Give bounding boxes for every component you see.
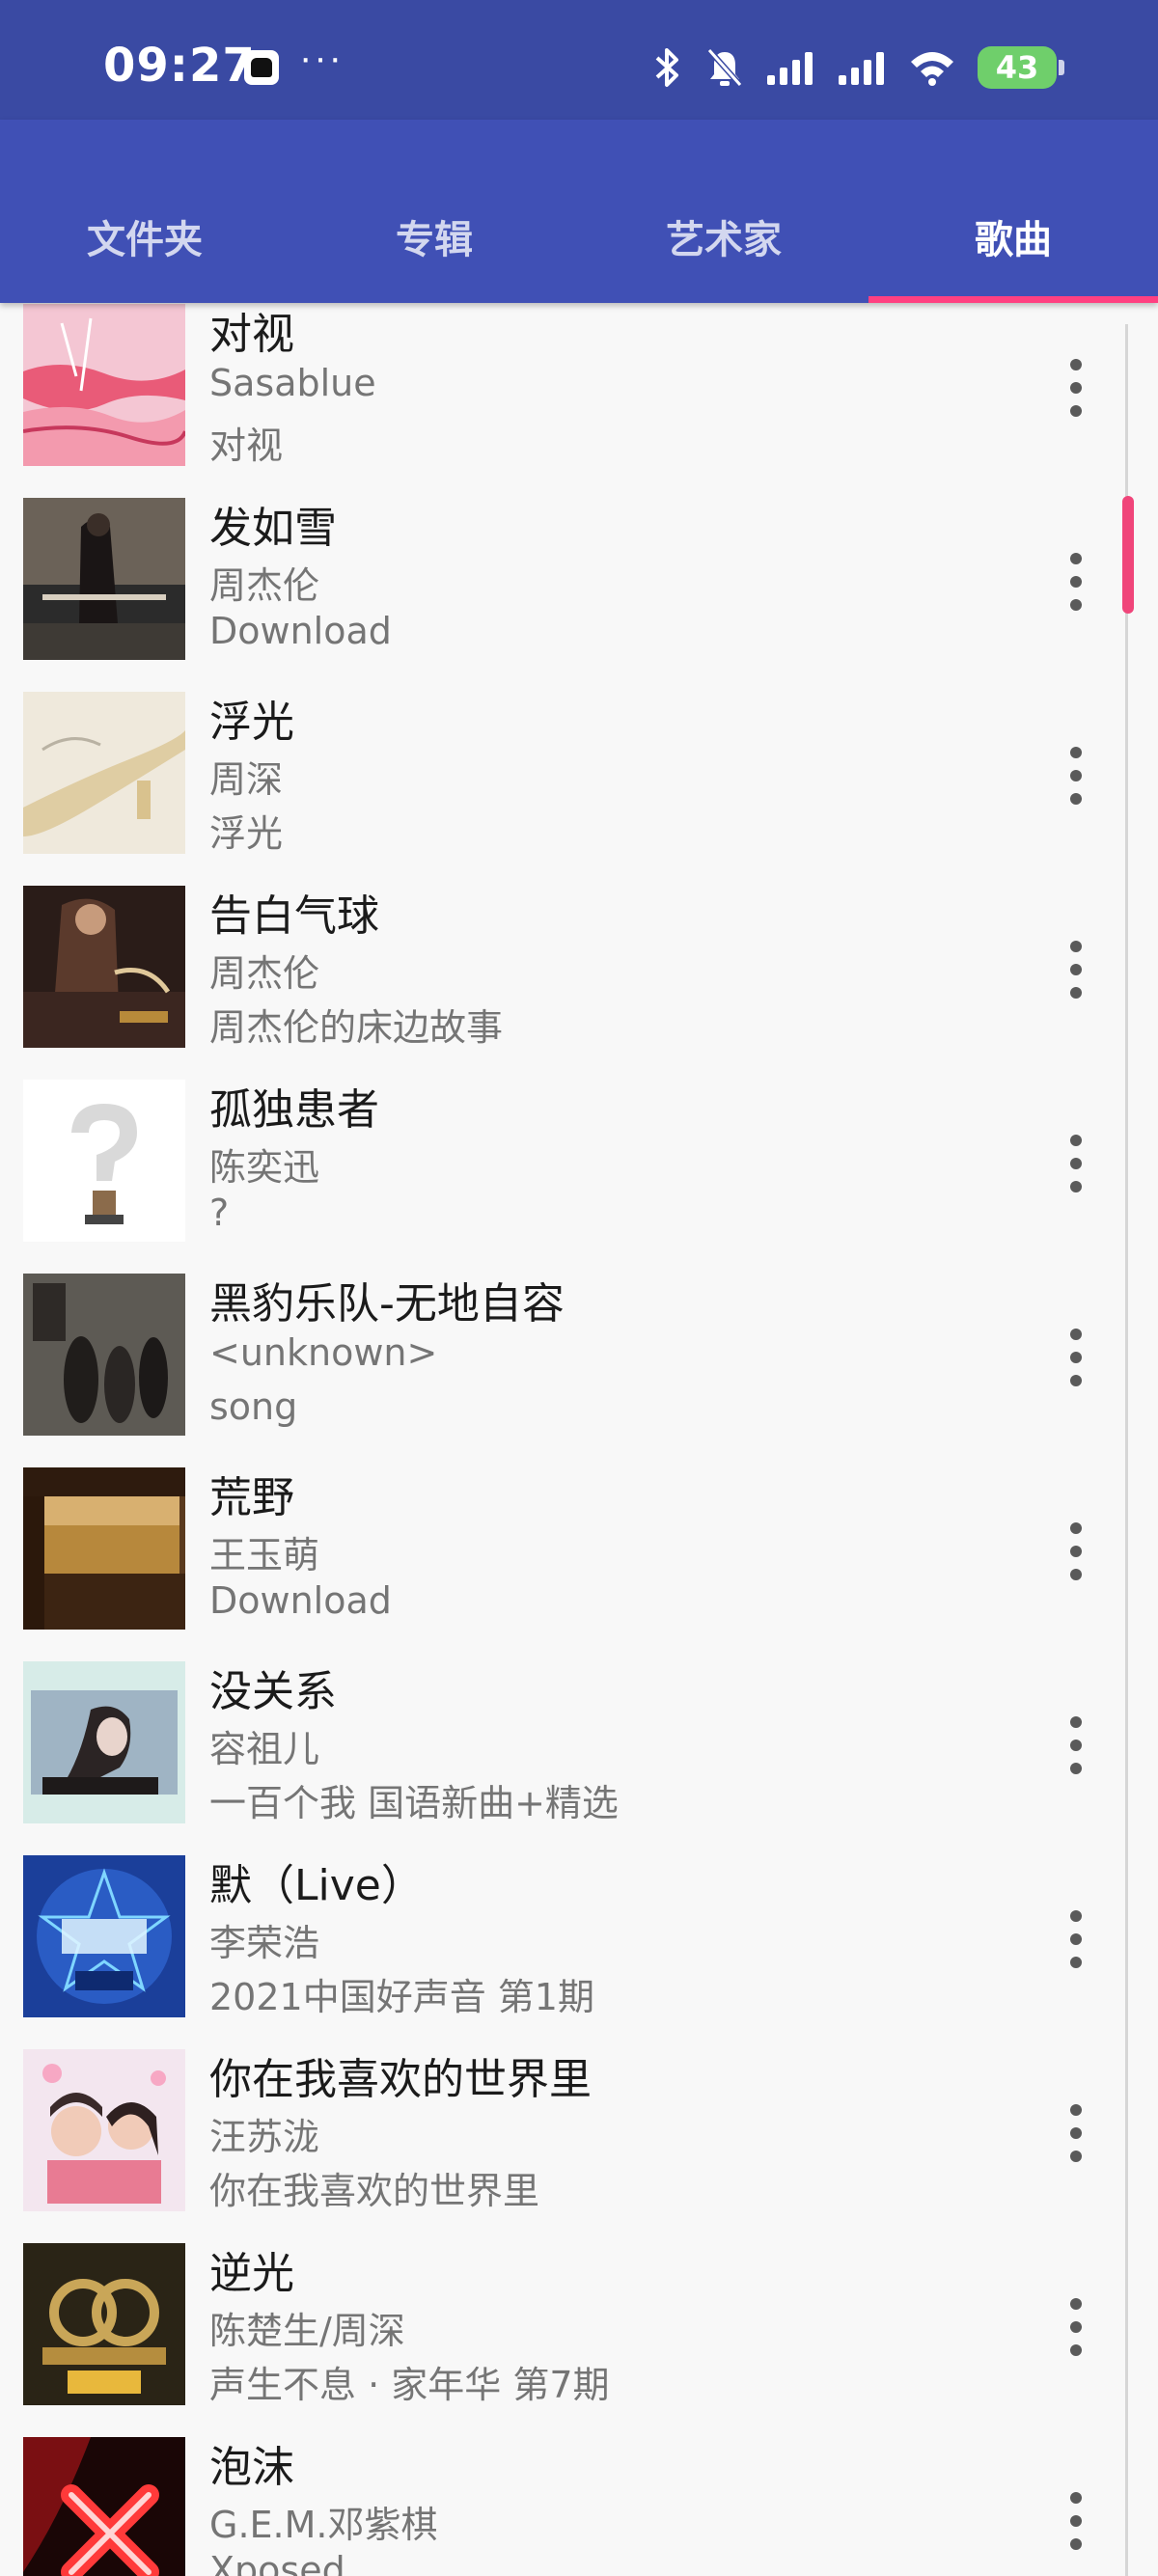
song-album: 浮光 — [209, 812, 284, 855]
song-artist: 王玉萌 — [209, 1534, 320, 1576]
tab-indicator — [868, 296, 1158, 303]
song-artist: 汪苏泷 — [209, 2116, 320, 2158]
more-options-icon[interactable] — [1052, 1513, 1100, 1590]
more-options-icon[interactable] — [1052, 543, 1100, 620]
album-cover — [23, 1661, 185, 1823]
battery-icon: 43 — [978, 46, 1064, 89]
song-album: 2021中国好声音 第1期 — [209, 1976, 594, 2018]
song-album: Download — [209, 1579, 392, 1622]
song-album: 周杰伦的床边故事 — [209, 1006, 504, 1049]
album-cover — [23, 2049, 185, 2211]
song-artist: 周杰伦 — [209, 564, 320, 607]
wifi-icon — [911, 52, 953, 86]
song-artist: 容祖儿 — [209, 1728, 320, 1770]
scrollbar-thumb[interactable] — [1122, 496, 1134, 614]
song-row[interactable]: 你在我喜欢的世界里 汪苏泷 你在我喜欢的世界里 — [0, 2027, 1158, 2221]
song-row[interactable]: 没关系 容祖儿 一百个我 国语新曲+精选 — [0, 1639, 1158, 1833]
song-album: ? — [209, 1192, 230, 1234]
song-artist: 陈奕迅 — [209, 1146, 320, 1189]
signal-icon-1 — [767, 52, 813, 85]
more-options-icon[interactable] — [1052, 1319, 1100, 1396]
song-artist: <unknown> — [209, 1331, 438, 1374]
song-row[interactable]: 黑豹乐队-无地自容 <unknown> song — [0, 1251, 1158, 1445]
scrollbar-track[interactable] — [1125, 324, 1128, 2576]
song-artist: G.E.M.邓紫棋 — [209, 2504, 438, 2546]
status-more-indicator: ··· — [299, 37, 344, 79]
bluetooth-icon — [655, 48, 678, 87]
tab-songs[interactable]: 歌曲 — [868, 208, 1158, 264]
more-options-icon[interactable] — [1052, 2288, 1100, 2366]
notification-app-icon — [244, 50, 279, 85]
album-cover — [23, 1467, 185, 1630]
song-album: 你在我喜欢的世界里 — [209, 2170, 540, 2212]
album-cover — [23, 304, 185, 466]
song-row[interactable]: 发如雪 周杰伦 Download — [0, 476, 1158, 670]
song-title: 黑豹乐队-无地自容 — [209, 1279, 565, 1329]
more-options-icon[interactable] — [1052, 1125, 1100, 1202]
song-title: 孤独患者 — [209, 1085, 379, 1135]
song-row[interactable]: 孤独患者 陈奕迅 ? — [0, 1057, 1158, 1251]
album-cover — [23, 2437, 185, 2576]
song-artist: 陈楚生/周深 — [209, 2310, 405, 2352]
tab-folders[interactable]: 文件夹 — [0, 208, 290, 264]
more-options-icon[interactable] — [1052, 2095, 1100, 2172]
song-title: 逆光 — [209, 2249, 294, 2298]
signal-icon-2 — [839, 52, 884, 85]
song-album: Download — [209, 610, 392, 652]
more-options-icon[interactable] — [1052, 931, 1100, 1008]
status-bar: 09:27 ··· 43 — [0, 0, 1158, 120]
status-icons: 43 — [651, 42, 1064, 93]
song-title: 默（Live） — [209, 1861, 424, 1910]
song-title: 对视 — [209, 310, 294, 359]
song-title: 泡沫 — [209, 2443, 294, 2492]
song-album: 声生不息 · 家年华 第7期 — [209, 2364, 610, 2406]
album-cover — [23, 886, 185, 1048]
more-options-icon[interactable] — [1052, 2482, 1100, 2560]
song-artist: Sasablue — [209, 362, 376, 404]
song-row[interactable]: 默（Live） 李荣浩 2021中国好声音 第1期 — [0, 1833, 1158, 2027]
song-artist: 周杰伦 — [209, 952, 320, 995]
album-cover — [23, 1080, 185, 1242]
tab-artists[interactable]: 艺术家 — [579, 208, 868, 264]
more-options-icon[interactable] — [1052, 1707, 1100, 1784]
song-row[interactable]: 浮光 周深 浮光 — [0, 670, 1158, 863]
song-row[interactable]: 逆光 陈楚生/周深 声生不息 · 家年华 第7期 — [0, 2221, 1158, 2415]
song-row[interactable]: 荒野 王玉萌 Download — [0, 1445, 1158, 1639]
more-options-icon[interactable] — [1052, 1901, 1100, 1978]
song-title: 告白气球 — [209, 891, 379, 941]
album-cover — [23, 1274, 185, 1436]
song-album: 对视 — [209, 425, 284, 467]
song-title: 没关系 — [209, 1667, 337, 1716]
song-title: 浮光 — [209, 698, 294, 747]
song-title: 发如雪 — [209, 504, 337, 553]
song-artist: 李荣浩 — [209, 1922, 320, 1964]
bell-muted-icon — [706, 48, 743, 87]
song-row[interactable]: 对视 Sasablue 对视 — [0, 303, 1158, 476]
status-time: 09:27 — [103, 39, 256, 93]
song-list[interactable]: 对视 Sasablue 对视 发如雪 周杰伦 Download 浮光 周深 浮光… — [0, 303, 1158, 2576]
song-title: 荒野 — [209, 1473, 294, 1522]
album-cover — [23, 2243, 185, 2405]
song-title: 你在我喜欢的世界里 — [209, 2055, 592, 2104]
tab-bar: 文件夹 专辑 艺术家 歌曲 — [0, 120, 1158, 303]
tab-albums[interactable]: 专辑 — [290, 208, 579, 264]
more-options-icon[interactable] — [1052, 349, 1100, 426]
album-cover — [23, 692, 185, 854]
song-row[interactable]: 泡沫 G.E.M.邓紫棋 Xposed — [0, 2415, 1158, 2576]
song-row[interactable]: 告白气球 周杰伦 周杰伦的床边故事 — [0, 863, 1158, 1057]
song-album: 一百个我 国语新曲+精选 — [209, 1782, 619, 1824]
album-cover — [23, 1855, 185, 2017]
song-album: song — [209, 1385, 298, 1428]
song-album: Xposed — [209, 2549, 345, 2576]
album-cover — [23, 498, 185, 660]
more-options-icon[interactable] — [1052, 737, 1100, 814]
song-artist: 周深 — [209, 758, 284, 801]
